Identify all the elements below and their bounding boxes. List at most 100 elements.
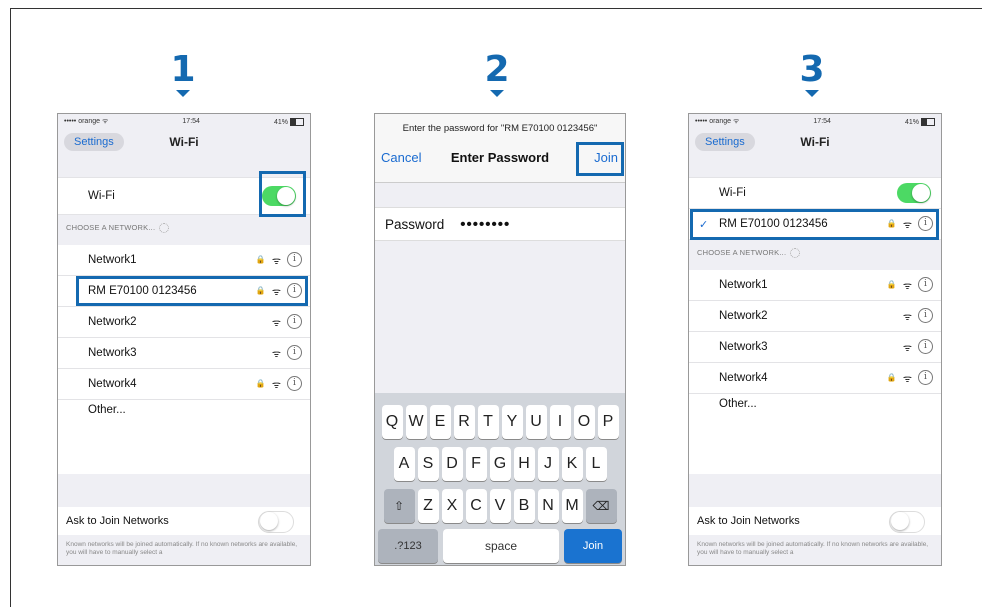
network-item[interactable]: Network1 🔒 ᯤ i xyxy=(689,270,941,301)
info-icon[interactable]: i xyxy=(287,314,302,329)
key[interactable]: L xyxy=(585,447,607,481)
step-3-marker: 3 xyxy=(792,52,832,97)
status-bar: ••••• orange ᯤ 17:54 41% xyxy=(689,114,941,129)
key[interactable]: R xyxy=(453,405,475,439)
network-name: Network2 xyxy=(719,310,768,322)
network-list: Network1 🔒 ᯤ i Network2 ᯤi Network3 ᯤi Net… xyxy=(689,270,941,432)
highlight-network xyxy=(76,276,308,306)
wifi-switch[interactable] xyxy=(897,183,931,203)
carrier-label: ••••• orange xyxy=(64,118,100,125)
ask-to-join-switch[interactable] xyxy=(258,511,294,533)
wifi-signal-icon: ᯤ xyxy=(271,255,281,267)
key[interactable]: U xyxy=(525,405,547,439)
key[interactable]: F xyxy=(465,447,487,481)
key[interactable]: P xyxy=(597,405,619,439)
network-item[interactable]: Network3 ᯤi xyxy=(689,332,941,363)
key[interactable]: I xyxy=(549,405,571,439)
info-icon[interactable]: i xyxy=(287,376,302,391)
switch-knob xyxy=(260,512,278,530)
key[interactable]: D xyxy=(441,447,463,481)
phone-wifi-connected: ••••• orange ᯤ 17:54 41% Settings Wi-Fi … xyxy=(688,113,942,566)
phone-wifi-settings: ••••• orange ᯤ 17:54 41% Settings Wi-Fi … xyxy=(57,113,311,566)
key[interactable]: E xyxy=(429,405,451,439)
footnote: Known networks will be joined automatica… xyxy=(66,541,298,556)
numbers-key[interactable]: .?123 xyxy=(378,529,438,563)
key[interactable]: J xyxy=(537,447,559,481)
keyboard-row-2: A S D F G H J K L xyxy=(375,447,625,481)
phone-enter-password: Enter the password for "RM E70100 012345… xyxy=(374,113,626,566)
info-icon[interactable]: i xyxy=(287,252,302,267)
password-prompt: Enter the password for "RM E70100 012345… xyxy=(402,123,598,134)
space-key[interactable]: space xyxy=(443,529,559,563)
clock: 17:54 xyxy=(813,118,831,125)
lock-icon: 🔒 xyxy=(886,373,897,382)
choose-network-label: CHOOSE A NETWORK... xyxy=(697,248,787,257)
info-icon[interactable]: i xyxy=(918,277,933,292)
network-item[interactable]: Network1 🔒 ᯤ i xyxy=(58,245,310,276)
password-label: Password xyxy=(385,216,445,232)
switch-knob xyxy=(912,184,930,202)
key[interactable]: Z xyxy=(417,489,439,523)
network-name: Network1 xyxy=(88,254,137,266)
key[interactable]: G xyxy=(489,447,511,481)
delete-key-icon[interactable]: ⌫ xyxy=(585,489,617,523)
wifi-toggle-row: Wi-Fi xyxy=(689,177,941,209)
key[interactable]: Y xyxy=(501,405,523,439)
page-title: Wi-Fi xyxy=(169,135,199,149)
network-item[interactable]: Network4 🔒 ᯤ i xyxy=(58,369,310,400)
keyboard-join-key[interactable]: Join xyxy=(564,529,622,563)
info-icon[interactable]: i xyxy=(287,345,302,360)
wifi-icon: ᯤ xyxy=(732,118,740,125)
highlight-join-button xyxy=(576,142,624,176)
key[interactable]: H xyxy=(513,447,535,481)
key[interactable]: X xyxy=(441,489,463,523)
wifi-signal-icon: ᯤ xyxy=(271,348,281,360)
key[interactable]: N xyxy=(537,489,559,523)
keyboard-row-1: Q W E R T Y U I O P xyxy=(375,405,625,439)
ask-to-join-switch[interactable] xyxy=(889,511,925,533)
network-item[interactable]: Network3 ᯤi xyxy=(58,338,310,369)
ask-to-join-row: Ask to Join Networks xyxy=(689,507,941,535)
key[interactable]: T xyxy=(477,405,499,439)
password-field[interactable]: Password •••••••• xyxy=(375,207,625,241)
shift-key-icon[interactable]: ⇧ xyxy=(383,489,415,523)
wifi-signal-icon: ᯤ xyxy=(902,373,912,385)
highlight-connected-network xyxy=(690,209,939,240)
network-item[interactable]: Network4 🔒 ᯤ i xyxy=(689,363,941,394)
network-name: Network3 xyxy=(88,347,137,359)
page-title: Wi-Fi xyxy=(800,135,830,149)
loading-spinner-icon xyxy=(159,223,170,234)
key[interactable]: K xyxy=(561,447,583,481)
ask-to-join-label: Ask to Join Networks xyxy=(66,515,169,527)
keyboard: Q W E R T Y U I O P A S D F G H J K L ⇧ … xyxy=(375,393,625,565)
network-item[interactable]: Network2 ᯤi xyxy=(58,307,310,338)
info-icon[interactable]: i xyxy=(918,308,933,323)
wifi-signal-icon: ᯤ xyxy=(902,311,912,323)
network-name: Network4 xyxy=(719,372,768,384)
network-name: Network3 xyxy=(719,341,768,353)
key[interactable]: M xyxy=(561,489,583,523)
lock-icon: 🔒 xyxy=(255,379,266,388)
clock: 17:54 xyxy=(182,118,200,125)
wifi-signal-icon: ᯤ xyxy=(271,379,281,391)
network-name: Network4 xyxy=(88,378,137,390)
wifi-signal-icon: ᯤ xyxy=(902,342,912,354)
wifi-signal-icon: ᯤ xyxy=(271,317,281,329)
chevron-down-icon xyxy=(176,90,190,97)
wifi-label: Wi-Fi xyxy=(719,187,746,199)
battery-level: 41% xyxy=(273,118,288,126)
key[interactable]: V xyxy=(489,489,511,523)
chevron-down-icon xyxy=(490,90,504,97)
key[interactable]: S xyxy=(417,447,439,481)
key[interactable]: O xyxy=(573,405,595,439)
key[interactable]: A xyxy=(393,447,415,481)
network-item[interactable]: Network2 ᯤi xyxy=(689,301,941,332)
info-icon[interactable]: i xyxy=(918,339,933,354)
key[interactable]: B xyxy=(513,489,535,523)
key[interactable]: C xyxy=(465,489,487,523)
key[interactable]: Q xyxy=(381,405,403,439)
section-header: CHOOSE A NETWORK... xyxy=(58,215,310,245)
info-icon[interactable]: i xyxy=(918,370,933,385)
key[interactable]: W xyxy=(405,405,427,439)
choose-network-label: CHOOSE A NETWORK... xyxy=(66,223,156,232)
